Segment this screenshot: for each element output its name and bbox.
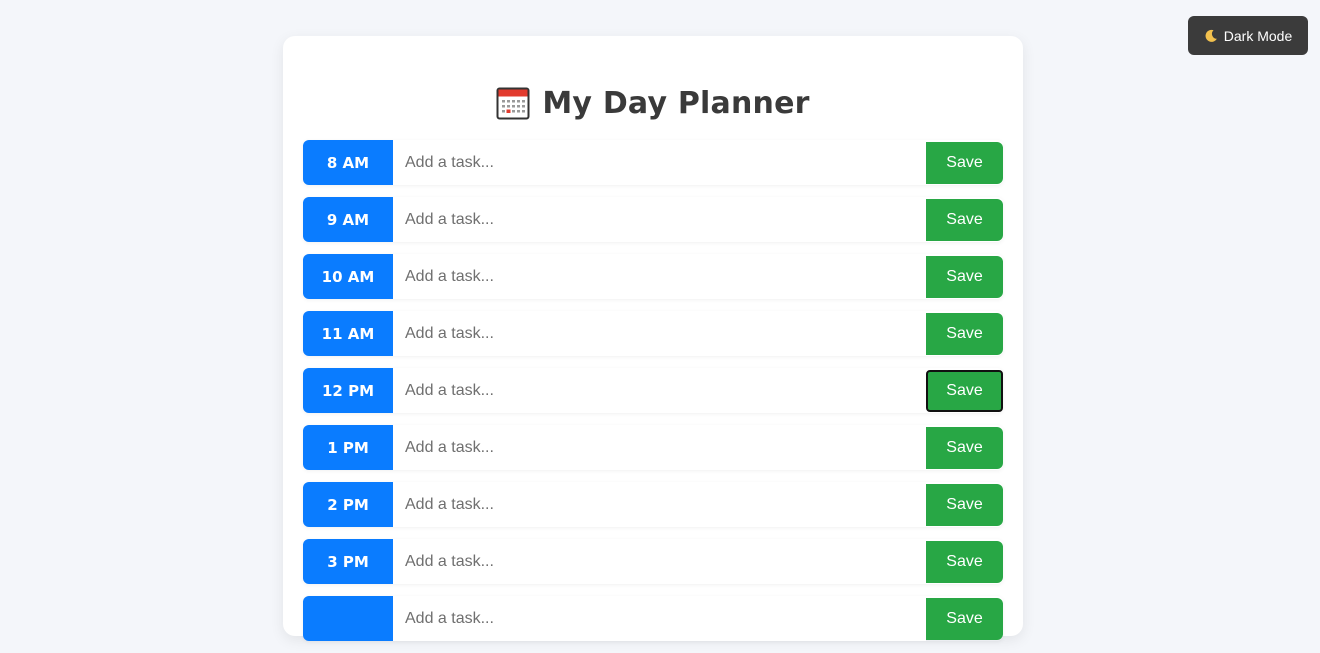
task-input[interactable] [393,140,926,185]
page-title: My Day Planner [542,85,810,121]
save-button[interactable]: Save [926,483,1003,526]
save-button[interactable]: Save [926,597,1003,640]
save-button[interactable]: Save [926,141,1003,184]
task-input[interactable] [393,368,926,413]
time-block-row: 9 AM Save [303,197,1003,242]
time-block-row: 1 PM Save [303,425,1003,470]
save-button[interactable]: Save [926,198,1003,241]
calendar-icon [496,86,530,120]
task-input[interactable] [393,539,926,584]
time-block-row: 8 AM Save [303,140,1003,185]
save-button[interactable]: Save [926,426,1003,469]
hour-label: 12 PM [303,368,393,413]
dark-mode-toggle[interactable]: Dark Mode [1188,16,1308,55]
task-input[interactable] [393,482,926,527]
hour-label: 9 AM [303,197,393,242]
hour-label: 3 PM [303,539,393,584]
planner-card: My Day Planner 8 AM Save 9 AM Save 10 AM Save… [283,36,1023,641]
time-block-row: 3 PM Save [303,539,1003,584]
hour-label: 1 PM [303,425,393,470]
task-input[interactable] [393,311,926,356]
hour-label: 2 PM [303,482,393,527]
save-button[interactable]: Save [926,369,1003,412]
time-block-row: 12 PM Save [303,368,1003,413]
save-button[interactable]: Save [926,255,1003,298]
page-header: My Day Planner [283,83,1023,123]
hour-label: 10 AM [303,254,393,299]
moon-icon [1204,29,1218,43]
time-block-row: 10 AM Save [303,254,1003,299]
hour-rows: 8 AM Save 9 AM Save 10 AM Save 11 AM Save 12 PM S… [303,140,1003,653]
task-input[interactable] [393,425,926,470]
task-input[interactable] [393,254,926,299]
time-block-row: 11 AM Save [303,311,1003,356]
task-input[interactable] [393,197,926,242]
time-block-row: 2 PM Save [303,482,1003,527]
dark-mode-label: Dark Mode [1223,27,1293,44]
save-button[interactable]: Save [926,312,1003,355]
save-button[interactable]: Save [926,540,1003,583]
hour-label: 11 AM [303,311,393,356]
hour-label: 8 AM [303,140,393,185]
